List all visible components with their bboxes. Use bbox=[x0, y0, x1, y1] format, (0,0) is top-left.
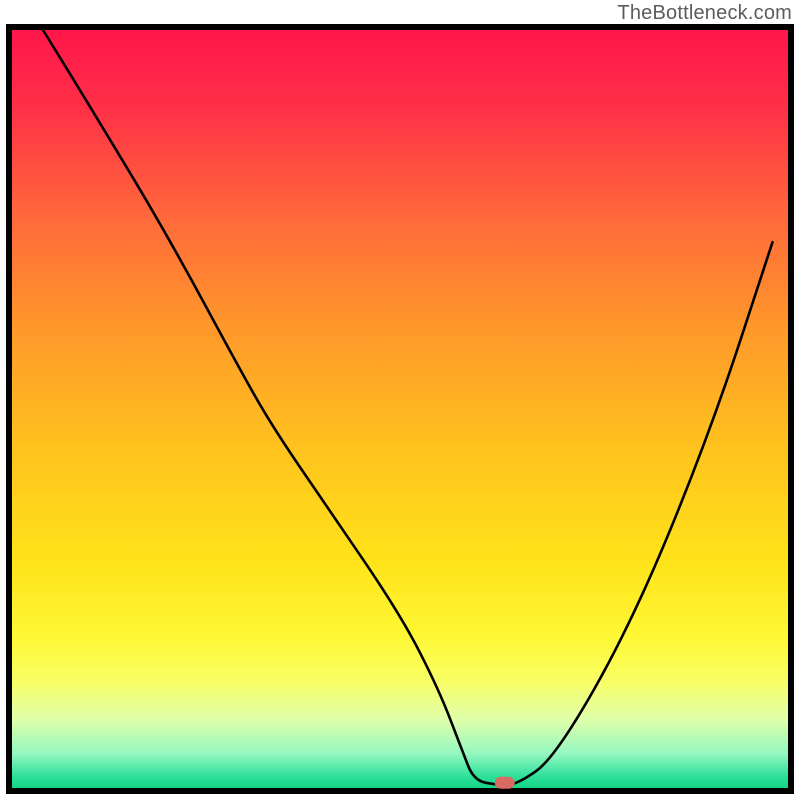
plot-background bbox=[12, 30, 788, 788]
bottleneck-chart bbox=[0, 0, 800, 800]
optimal-marker bbox=[495, 777, 515, 789]
watermark-text: TheBottleneck.com bbox=[617, 2, 792, 25]
chart-container: TheBottleneck.com bbox=[0, 0, 800, 800]
